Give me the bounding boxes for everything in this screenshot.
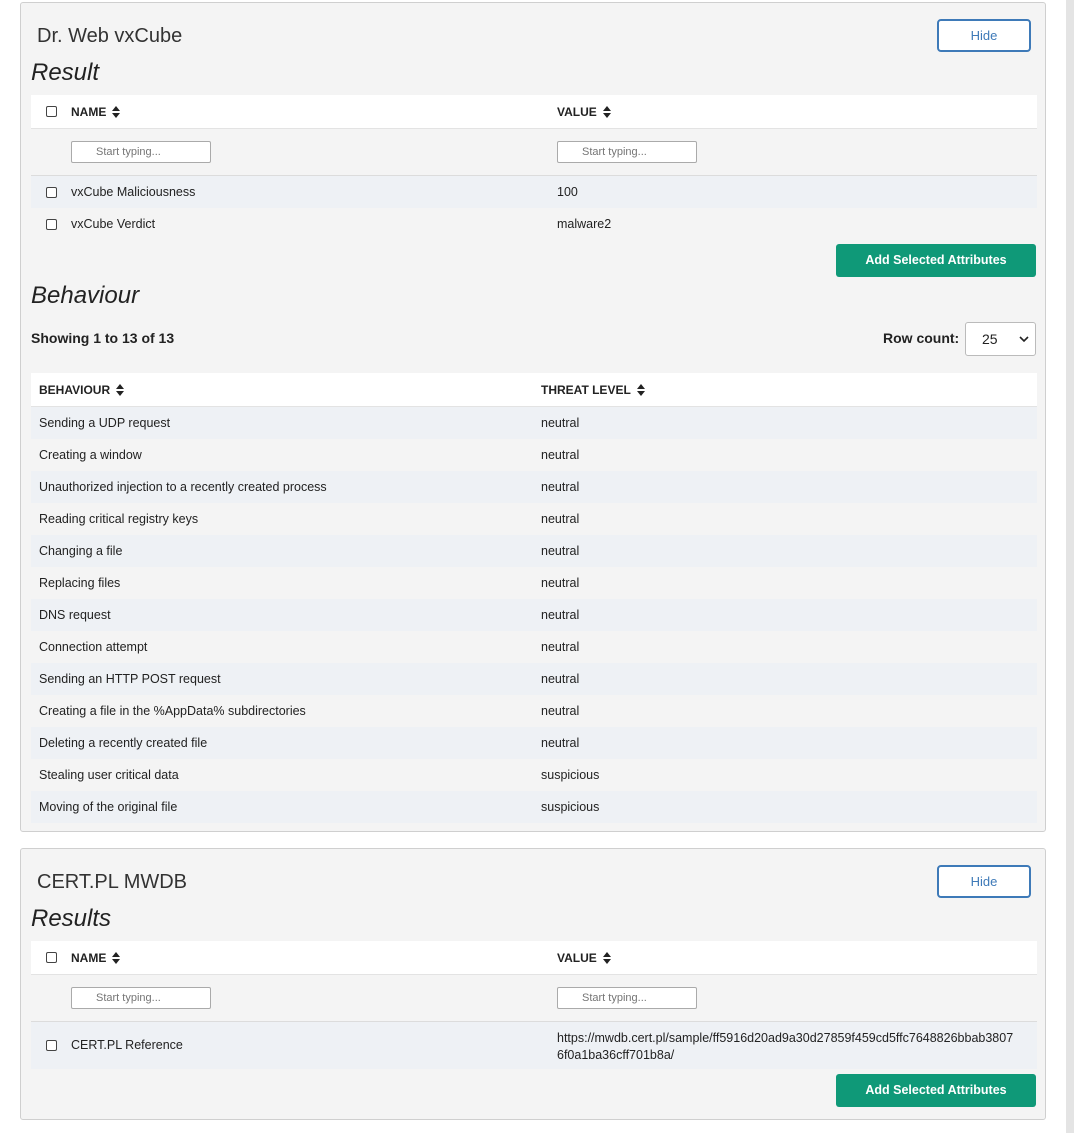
behaviour-name: Connection attempt [39,640,148,654]
behaviour-row[interactable]: Reading critical registry keys neutral [31,503,1037,535]
behaviour-row[interactable]: Changing a file neutral [31,535,1037,567]
behaviour-name: Creating a window [39,448,142,462]
mwdb-add-selected-attributes-button[interactable]: Add Selected Attributes [836,1074,1036,1107]
vxcube-panel: Dr. Web vxCube Hide Result NAME VALUE vx… [20,2,1046,832]
table-row[interactable]: vxCube Verdict malware2 [31,208,1037,240]
row-checkbox[interactable] [46,187,57,198]
behaviour-row[interactable]: Sending an HTTP POST request neutral [31,663,1037,695]
threat-level: neutral [541,416,580,430]
behaviour-name: Deleting a recently created file [39,736,208,750]
behaviour-name: Unauthorized injection to a recently cre… [39,480,327,494]
showing-count: Showing 1 to 13 of 13 [31,330,175,346]
mwdb-result-table-header: NAME VALUE [31,941,1037,975]
value-filter-input[interactable] [557,987,697,1009]
threat-level: neutral [541,512,580,526]
behaviour-row[interactable]: Creating a window neutral [31,439,1037,471]
attribute-value: malware2 [557,217,612,231]
behaviour-name: Changing a file [39,544,123,558]
name-filter-input[interactable] [71,987,211,1009]
behaviour-table-header: BEHAVIOUR THREAT LEVEL [31,373,1037,407]
threat-level: neutral [541,672,580,686]
behaviour-name: Stealing user critical data [39,768,179,782]
behaviour-name: DNS request [39,608,111,622]
attribute-name: vxCube Verdict [71,217,156,231]
vxcube-result-heading: Result [31,59,100,86]
chevron-down-icon [1019,336,1029,343]
behaviour-name: Moving of the original file [39,800,178,814]
behaviour-row[interactable]: Stealing user critical data suspicious [31,759,1037,791]
threat-level: suspicious [541,768,600,782]
name-column-header[interactable]: NAME [71,941,121,975]
attribute-name: vxCube Maliciousness [71,185,196,199]
sort-icon [602,105,611,118]
value-filter-input[interactable] [557,141,697,163]
value-column-label: VALUE [557,105,597,119]
sort-icon [636,383,645,396]
value-column-header[interactable]: VALUE [557,95,611,129]
threat-level: neutral [541,736,580,750]
row-count-value: 25 [982,331,998,347]
behaviour-name: Sending a UDP request [39,416,171,430]
name-filter-input[interactable] [71,141,211,163]
behaviour-column-label: BEHAVIOUR [39,383,111,397]
row-count-label: Row count: [883,330,960,346]
sort-icon [602,951,611,964]
name-column-label: NAME [71,105,107,119]
value-column-header[interactable]: VALUE [557,941,611,975]
behaviour-row[interactable]: Creating a file in the %AppData% subdire… [31,695,1037,727]
threat-level: neutral [541,544,580,558]
mwdb-results-heading: Results [31,905,112,932]
behaviour-name: Sending an HTTP POST request [39,672,221,686]
vxcube-result-table-header: NAME VALUE [31,95,1037,129]
threat-level: neutral [541,608,580,622]
table-row[interactable]: CERT.PL Reference https://mwdb.cert.pl/s… [31,1022,1037,1069]
behaviour-heading: Behaviour [31,282,140,309]
behaviour-name: Creating a file in the %AppData% subdire… [39,704,306,718]
behaviour-row[interactable]: Connection attempt neutral [31,631,1037,663]
behaviour-row[interactable]: Sending a UDP request neutral [31,407,1037,439]
row-checkbox[interactable] [46,1040,57,1051]
value-column-label: VALUE [557,951,597,965]
mwdb-panel: CERT.PL MWDB Hide Results NAME VALUE CER… [20,848,1046,1120]
sort-icon [112,951,121,964]
behaviour-name: Reading critical registry keys [39,512,199,526]
select-all-checkbox[interactable] [46,106,57,117]
vxcube-hide-button[interactable]: Hide [937,19,1031,52]
select-all-checkbox[interactable] [46,952,57,963]
behaviour-row[interactable]: Moving of the original file suspicious [31,791,1037,823]
sort-icon [116,383,125,396]
scrollbar-track[interactable] [1066,0,1074,1133]
vxcube-filter-row [31,129,1037,176]
mwdb-filter-row [31,975,1037,1022]
threat-level-column-label: THREAT LEVEL [541,383,631,397]
attribute-value: https://mwdb.cert.pl/sample/ff5916d20ad9… [557,1031,1014,1062]
row-count-select[interactable]: 25 [965,322,1036,356]
vxcube-add-selected-attributes-button[interactable]: Add Selected Attributes [836,244,1036,277]
mwdb-hide-button[interactable]: Hide [937,865,1031,898]
vxcube-panel-title: Dr. Web vxCube [37,25,183,47]
threat-level: neutral [541,448,580,462]
mwdb-panel-title: CERT.PL MWDB [37,871,188,893]
threat-level: neutral [541,480,580,494]
row-checkbox[interactable] [46,219,57,230]
threat-level: suspicious [541,800,600,814]
behaviour-row[interactable]: Replacing files neutral [31,567,1037,599]
sort-icon [112,105,121,118]
table-row[interactable]: vxCube Maliciousness 100 [31,176,1037,208]
behaviour-column-header[interactable]: BEHAVIOUR [39,373,125,407]
threat-level: neutral [541,640,580,654]
behaviour-row[interactable]: Unauthorized injection to a recently cre… [31,471,1037,503]
threat-level-column-header[interactable]: THREAT LEVEL [541,373,645,407]
name-column-header[interactable]: NAME [71,95,121,129]
threat-level: neutral [541,704,580,718]
behaviour-row[interactable]: Deleting a recently created file neutral [31,727,1037,759]
behaviour-row[interactable]: DNS request neutral [31,599,1037,631]
attribute-value: 100 [557,185,578,199]
behaviour-name: Replacing files [39,576,121,590]
attribute-name: CERT.PL Reference [71,1038,183,1052]
threat-level: neutral [541,576,580,590]
name-column-label: NAME [71,951,107,965]
